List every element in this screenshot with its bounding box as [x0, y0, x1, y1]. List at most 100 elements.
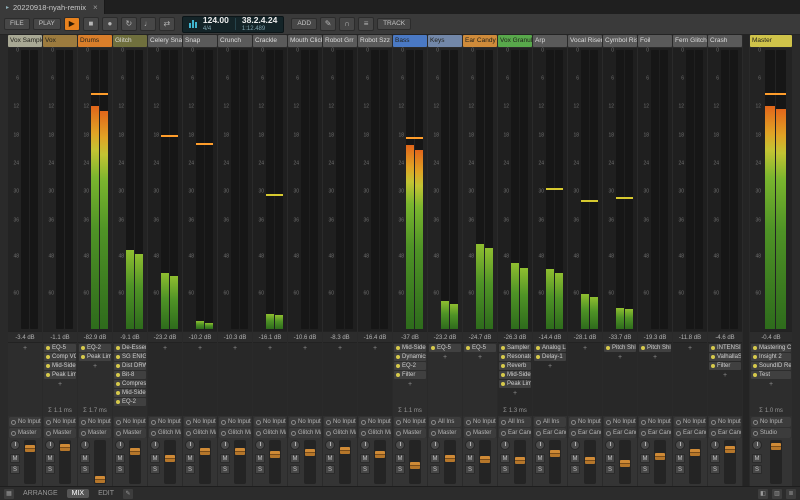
input-chooser[interactable]: No Input: [569, 417, 601, 427]
fader-track[interactable]: [234, 440, 246, 484]
tab-mix[interactable]: MIX: [67, 489, 89, 498]
fader-track[interactable]: [24, 440, 36, 484]
device-item[interactable]: INTENSITY: [709, 344, 741, 352]
record-button[interactable]: ●: [102, 17, 118, 31]
add-device-button[interactable]: +: [218, 344, 252, 352]
device-item[interactable]: Filter: [709, 362, 741, 370]
input-chooser[interactable]: No Input: [674, 417, 706, 427]
fader-handle[interactable]: [480, 456, 490, 463]
fader-handle[interactable]: [620, 460, 630, 467]
device-item[interactable]: Reverb: [499, 362, 531, 370]
fader-track[interactable]: [584, 440, 596, 484]
output-chooser[interactable]: Ear Cand..: [499, 428, 531, 438]
device-item[interactable]: Compressor: [114, 380, 146, 388]
device-item[interactable]: Peak Limiter: [79, 353, 111, 361]
device-enable-led[interactable]: [81, 355, 85, 359]
device-item[interactable]: Test: [751, 371, 791, 379]
add-device-button[interactable]: +: [288, 344, 322, 352]
volume-readout[interactable]: -16.4 dB: [358, 331, 392, 343]
pan-knob[interactable]: [570, 440, 580, 450]
input-chooser[interactable]: No Input: [359, 417, 391, 427]
device-enable-led[interactable]: [753, 364, 757, 368]
fader-handle[interactable]: [130, 448, 140, 455]
device-enable-led[interactable]: [396, 373, 400, 377]
device-item[interactable]: Mid-Side Split: [499, 371, 531, 379]
fader-handle[interactable]: [585, 457, 595, 464]
device-item[interactable]: De-Esser: [114, 344, 146, 352]
device-enable-led[interactable]: [396, 364, 400, 368]
output-chooser[interactable]: Master: [114, 428, 146, 438]
volume-readout[interactable]: -37 dB: [393, 331, 427, 343]
device-enable-led[interactable]: [536, 346, 540, 350]
fader-track[interactable]: [514, 440, 526, 484]
mute-button[interactable]: M: [115, 454, 125, 463]
pan-knob[interactable]: [325, 440, 335, 450]
song-position-value[interactable]: 38.2.4.24: [242, 16, 277, 25]
output-chooser[interactable]: Ear Cand..: [709, 428, 741, 438]
device-enable-led[interactable]: [501, 373, 505, 377]
output-chooser[interactable]: Glitch Ma..: [149, 428, 181, 438]
output-chooser[interactable]: Master: [79, 428, 111, 438]
input-chooser[interactable]: All Ins: [429, 417, 461, 427]
add-device-button[interactable]: +: [393, 380, 427, 388]
add-button[interactable]: ADD: [291, 18, 317, 31]
browser-icon[interactable]: ▥: [772, 489, 782, 499]
fader-handle[interactable]: [235, 448, 245, 455]
device-enable-led[interactable]: [753, 355, 757, 359]
track-tab[interactable]: Vox Granular: [498, 35, 532, 47]
fader-track[interactable]: [374, 440, 386, 484]
loop-button[interactable]: ↻: [121, 17, 137, 31]
track-tab[interactable]: Glitch: [113, 35, 147, 47]
track-tab[interactable]: Foil: [638, 35, 672, 47]
mute-button[interactable]: M: [255, 454, 265, 463]
fader-track[interactable]: [770, 440, 782, 484]
pan-knob[interactable]: [185, 440, 195, 450]
fader-handle[interactable]: [445, 455, 455, 462]
pan-knob[interactable]: [395, 440, 405, 450]
fader-handle[interactable]: [690, 449, 700, 456]
device-item[interactable]: ValhallaSuper: [709, 353, 741, 361]
input-chooser[interactable]: No Input: [219, 417, 251, 427]
fader-track[interactable]: [444, 440, 456, 484]
device-enable-led[interactable]: [753, 346, 757, 350]
add-device-button[interactable]: +: [638, 353, 672, 361]
solo-button[interactable]: S: [325, 465, 335, 474]
mute-button[interactable]: M: [45, 454, 55, 463]
volume-readout[interactable]: -3.4 dB: [8, 331, 42, 343]
solo-button[interactable]: S: [640, 465, 650, 474]
device-enable-led[interactable]: [116, 391, 120, 395]
solo-button[interactable]: S: [535, 465, 545, 474]
device-enable-led[interactable]: [396, 355, 400, 359]
device-enable-led[interactable]: [711, 355, 715, 359]
output-chooser[interactable]: Glitch Ma..: [254, 428, 286, 438]
device-item[interactable]: Mastering Cha: [751, 344, 791, 352]
device-enable-led[interactable]: [396, 346, 400, 350]
file-menu-button[interactable]: FILE: [4, 18, 30, 31]
project-tab[interactable]: ▸ 20220918-nyah-remix ×: [0, 0, 105, 14]
device-enable-led[interactable]: [501, 346, 505, 350]
mute-button[interactable]: M: [80, 454, 90, 463]
device-enable-led[interactable]: [501, 382, 505, 386]
add-device-button[interactable]: +: [358, 344, 392, 352]
input-chooser[interactable]: No Input: [9, 417, 41, 427]
pan-knob[interactable]: [640, 440, 650, 450]
device-item[interactable]: Delay-1: [534, 353, 566, 361]
solo-button[interactable]: S: [710, 465, 720, 474]
input-chooser[interactable]: No Input: [184, 417, 216, 427]
device-item[interactable]: EQ-5: [44, 344, 76, 352]
output-chooser[interactable]: Ear Cand..: [674, 428, 706, 438]
mute-button[interactable]: M: [185, 454, 195, 463]
device-enable-led[interactable]: [501, 364, 505, 368]
track-tab[interactable]: Master: [750, 35, 792, 47]
input-chooser[interactable]: No Input: [289, 417, 321, 427]
input-chooser[interactable]: No Input: [604, 417, 636, 427]
fader-handle[interactable]: [305, 449, 315, 456]
device-item[interactable]: Insight 2: [751, 353, 791, 361]
inspector-icon[interactable]: ◧: [758, 489, 768, 499]
device-item[interactable]: Mid-Side Split: [394, 344, 426, 352]
fader-track[interactable]: [409, 440, 421, 484]
add-device-button[interactable]: +: [533, 362, 567, 370]
output-chooser[interactable]: Master: [9, 428, 41, 438]
device-item[interactable]: Pitch Shifter: [639, 344, 671, 352]
mute-button[interactable]: M: [535, 454, 545, 463]
